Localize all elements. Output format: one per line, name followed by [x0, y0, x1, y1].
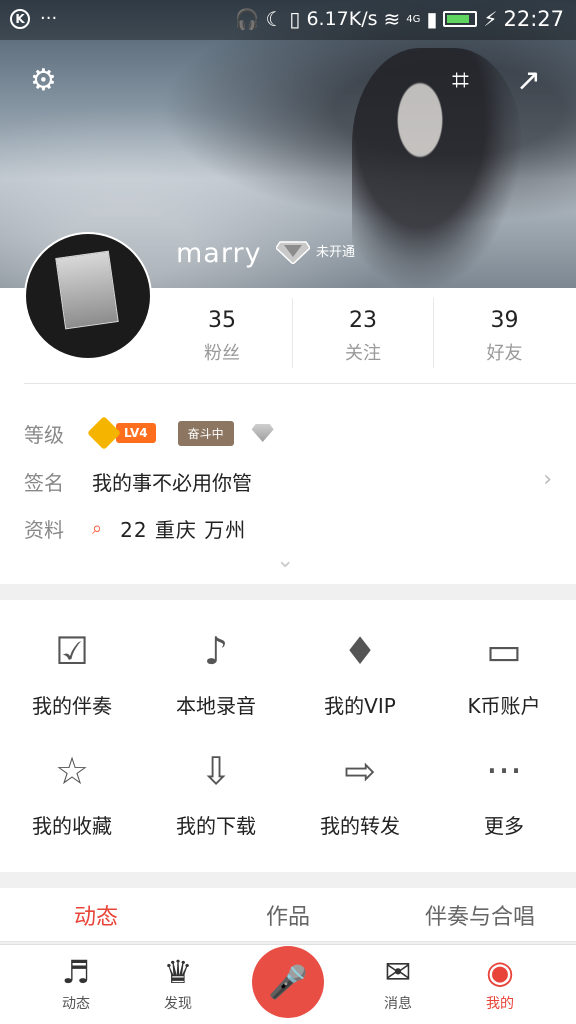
status-left: K ···: [10, 8, 57, 29]
profile-screen: K ··· 🎧 ☾ ▯ 6.17K/s ≋ 4G ▮ ⚡ 22:27 ⚙ ⌗ ↗…: [0, 0, 576, 1024]
microphone-icon: 🎤: [268, 963, 308, 1001]
tab-feed[interactable]: 动态: [0, 899, 192, 931]
local-recording-icon: ♪: [203, 629, 229, 673]
nav-label: 动态: [62, 996, 90, 1012]
battery-icon: [443, 11, 478, 27]
wallet-icon: ▭: [486, 629, 522, 673]
cover-photo-figure: [352, 48, 522, 288]
nav-discover[interactable]: ♛ 发现: [138, 955, 218, 1013]
grid-item-local-recording[interactable]: ♪ 本地录音: [144, 630, 288, 719]
headphone-icon: 🎧: [234, 7, 260, 31]
chevron-right-icon: ›: [543, 467, 552, 492]
status-right: 🎧 ☾ ▯ 6.17K/s ≋ 4G ▮ ⚡ 22:27: [235, 7, 564, 31]
vip-diamond-outline-icon: ♦: [342, 629, 378, 673]
battery-fill: [447, 15, 470, 23]
record-microphone-button[interactable]: 🎤: [252, 946, 324, 1018]
level-tag: 奋斗中: [177, 420, 234, 446]
stat-value: 23: [349, 308, 377, 333]
crown-icon: ♛: [163, 953, 193, 991]
status-more-icon: ···: [40, 8, 58, 29]
data-label: 资料: [24, 517, 64, 542]
share-icon[interactable]: ↗: [516, 66, 541, 96]
profile-data-text: 22 重庆 万州: [120, 517, 247, 542]
grid-label: 我的伴奏: [32, 694, 112, 718]
clock: 22:27: [503, 7, 564, 31]
mail-icon: ✉: [384, 953, 412, 991]
grid-label: 我的转发: [320, 814, 400, 838]
stat-label: 粉丝: [204, 343, 240, 364]
grid-label: K币账户: [467, 694, 541, 718]
grid-item-vip[interactable]: ♦ 我的VIP: [288, 630, 432, 719]
tab-accompaniment-chorus[interactable]: 伴奏与合唱: [384, 899, 576, 931]
more-dots-icon: ···: [485, 749, 523, 793]
avatar[interactable]: [24, 232, 152, 360]
stat-value: 39: [490, 308, 519, 333]
level-gem-icon: [251, 424, 274, 442]
grid-item-reposts[interactable]: ⇨ 我的转发: [288, 750, 432, 839]
charging-icon: ⚡: [483, 7, 498, 31]
location-icon: ⌕: [92, 517, 103, 539]
star-icon: ☆: [54, 749, 90, 793]
expand-chevron-icon[interactable]: ⌄: [276, 548, 294, 573]
nav-messages[interactable]: ✉ 消息: [358, 955, 438, 1013]
nav-label: 发现: [164, 996, 192, 1012]
profile-stats: 35 粉丝 23 关注 39 好友: [152, 298, 576, 368]
level-badge[interactable]: LV4: [87, 416, 156, 450]
tab-works[interactable]: 作品: [192, 899, 384, 931]
grid-label: 我的VIP: [324, 694, 396, 718]
avatar-photo-frame: [55, 250, 119, 330]
vip-status-label[interactable]: 未开通: [316, 241, 355, 260]
feed-icon: ♬: [61, 953, 91, 991]
grid-item-favorites[interactable]: ☆ 我的收藏: [0, 750, 144, 839]
stat-fans[interactable]: 35 粉丝: [152, 298, 293, 368]
status-bar: K ··· 🎧 ☾ ▯ 6.17K/s ≋ 4G ▮ ⚡ 22:27: [0, 0, 576, 40]
stat-label: 关注: [345, 343, 381, 364]
feature-grid: ☑ 我的伴奏 ♪ 本地录音 ♦ 我的VIP ▭ K币账户 ☆ 我的收藏 ⇩ 我的…: [0, 600, 576, 872]
nav-me[interactable]: ◉ 我的: [460, 955, 540, 1013]
grid-item-downloads[interactable]: ⇩ 我的下载: [144, 750, 288, 839]
grid-item-k-coin[interactable]: ▭ K币账户: [432, 630, 576, 719]
level-label: 等级: [24, 422, 64, 447]
wifi-icon: ≋: [383, 7, 401, 31]
profile-data-row: 资料 ⌕ 22 重庆 万州: [24, 510, 552, 546]
grid-label: 本地录音: [176, 694, 256, 718]
stat-following[interactable]: 23 关注: [293, 298, 434, 368]
nav-label: 消息: [384, 996, 412, 1012]
settings-gear-icon[interactable]: ⚙: [30, 66, 57, 96]
network-label: 4G: [406, 13, 421, 25]
stat-value: 35: [208, 308, 236, 333]
stat-label: 好友: [486, 343, 523, 364]
grid-label: 我的下载: [176, 814, 256, 838]
signature-text: 我的事不必用你管: [92, 470, 252, 495]
me-icon: ◉: [486, 953, 514, 991]
vip-diamond-icon: [276, 241, 310, 264]
grid-label: 我的收藏: [32, 814, 112, 838]
app-logo-icon: K: [10, 8, 30, 29]
moon-icon: ☾: [265, 7, 284, 31]
download-icon: ⇩: [200, 749, 232, 793]
signal-icon: ▮: [426, 7, 438, 31]
level-row: 等级 LV4 奋斗中: [24, 415, 552, 451]
grid-label: 更多: [484, 814, 524, 838]
vibrate-icon: ▯: [289, 7, 301, 31]
nav-feed[interactable]: ♬ 动态: [36, 955, 116, 1013]
grid-item-more[interactable]: ··· 更多: [432, 750, 576, 839]
grid-item-accompaniment[interactable]: ☑ 我的伴奏: [0, 630, 144, 719]
profile-divider: [24, 383, 576, 384]
level-diamond-icon: [87, 416, 121, 450]
forward-arrow-icon: ⇨: [344, 749, 376, 793]
scan-icon[interactable]: ⌗: [452, 66, 469, 96]
nav-label: 我的: [486, 996, 514, 1012]
signature-label: 签名: [24, 470, 64, 495]
profile-tabs: 动态 作品 伴奏与合唱: [0, 888, 576, 942]
signature-row[interactable]: 签名 我的事不必用你管 ›: [24, 463, 552, 499]
stat-friends[interactable]: 39 好友: [434, 298, 575, 368]
accompaniment-icon: ☑: [54, 629, 90, 673]
level-badge-text: LV4: [116, 423, 156, 443]
network-speed: 6.17K/s: [306, 8, 378, 30]
username: marry: [176, 238, 262, 269]
